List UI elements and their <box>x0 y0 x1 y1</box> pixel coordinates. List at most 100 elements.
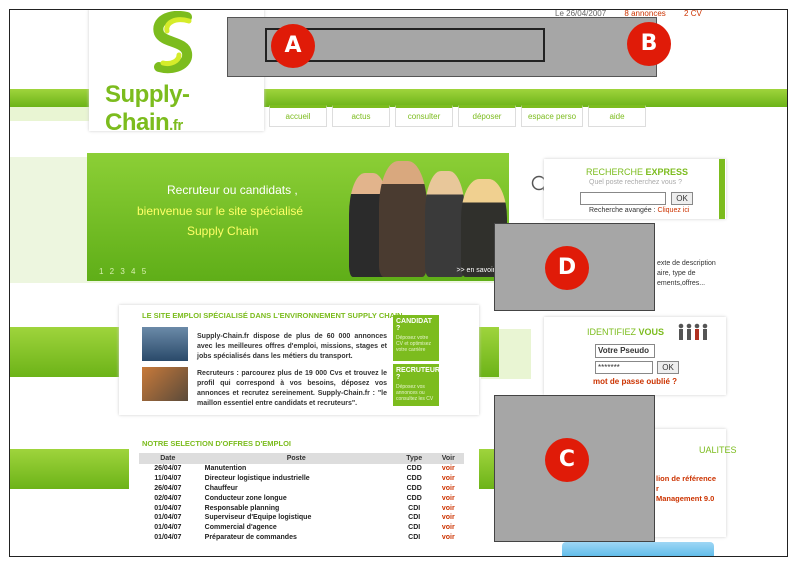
nav-accueil[interactable]: accueil <box>269 105 327 127</box>
offer-poste: Responsable planning <box>204 504 280 512</box>
left-green-band <box>9 327 119 377</box>
recherche-ok-button[interactable]: OK <box>671 192 693 205</box>
offer-type: CDD <box>406 475 422 483</box>
password-input[interactable]: ******* <box>595 361 653 374</box>
badge-a: A <box>271 24 315 68</box>
hero-line-2: bienvenue sur le site spécialisé <box>137 204 304 218</box>
table-row[interactable]: 01/04/07 Superviseur d'Equipe logistique C… <box>139 513 464 523</box>
actualites-list: lion de référence r Management 9.0 <box>656 474 716 504</box>
nav-actus[interactable]: actus <box>332 105 390 127</box>
hero-line-1: Recruteur ou candidats , <box>167 183 298 197</box>
offer-voir-link[interactable]: voir <box>433 484 464 494</box>
offer-poste: Manutention <box>204 465 247 473</box>
logo-text: Supply-Chain.fr <box>105 81 190 136</box>
forgot-password-link[interactable]: mot de passe oublié ? <box>593 377 677 386</box>
offer-type: CDD <box>406 465 422 473</box>
site-emploi-title: LE SITE EMPLOI SPÉCIALISÉ DANS L'ENVIRON… <box>142 311 403 320</box>
offer-poste: Conducteur zone longue <box>204 494 287 502</box>
offer-voir-link[interactable]: voir <box>433 513 464 523</box>
recruteur-button[interactable]: RECRUTEUR ? Déposez vos annonces ou cons… <box>393 364 440 406</box>
pseudo-input[interactable]: Votre Pseudo <box>595 344 655 358</box>
offer-poste: Commercial d'agence <box>204 524 277 532</box>
offers-table: Date Poste Type Voir 26/04/07 Manutention… <box>139 453 464 542</box>
offer-date: 02/04/07 <box>154 494 182 502</box>
hero-pagination[interactable]: 1 2 3 4 5 <box>99 267 146 276</box>
recherche-subtitle: Quel poste recherchez vous ? <box>589 179 682 186</box>
offers-left-band <box>9 449 129 489</box>
warehouse-photo <box>142 367 188 401</box>
offer-poste: Directeur logistique industrielle <box>204 475 310 483</box>
badge-d: D <box>545 246 589 290</box>
table-row[interactable]: 02/04/07 Conducteur zone longue CDD voir <box>139 493 464 503</box>
hero-line-3: Supply Chain <box>187 224 259 238</box>
col-date: Date <box>139 453 197 464</box>
col-type: Type <box>395 453 433 464</box>
candidat-button[interactable]: CANDIDAT ? Déposez votre CV et optimisez… <box>393 315 439 361</box>
person-image <box>425 171 465 277</box>
offer-type: CDI <box>408 524 421 532</box>
offer-date: 01/04/07 <box>154 514 182 522</box>
worker-photo <box>142 327 188 361</box>
offer-voir-link[interactable]: voir <box>433 533 464 543</box>
table-row[interactable]: 01/04/07 Préparateur de commandes CDI voir <box>139 533 464 543</box>
offer-voir-link[interactable]: voir <box>433 464 464 474</box>
recherche-title: RECHERCHE EXPRESS <box>586 167 689 177</box>
actualites-title: UALITES <box>699 445 737 455</box>
login-ok-button[interactable]: OK <box>657 361 679 374</box>
person-image <box>379 161 427 277</box>
col-voir: Voir <box>432 453 464 464</box>
actualite-item[interactable]: r <box>656 484 716 494</box>
page: Le 26/04/2007 8 annonces 2 CV Supply-Cha… <box>9 9 788 557</box>
offer-poste: Superviseur d'Equipe logistique <box>204 514 312 522</box>
nav-espace-perso[interactable]: espace perso <box>521 105 583 127</box>
logo-s-icon <box>153 11 193 74</box>
nav-aide[interactable]: aide <box>588 105 646 127</box>
offer-date: 26/04/07 <box>154 484 182 492</box>
badge-c: C <box>545 438 589 482</box>
blue-banner[interactable] <box>562 542 714 557</box>
main-nav: accueil actus consulter déposer espace p… <box>269 105 651 131</box>
offer-date: 01/04/07 <box>154 504 182 512</box>
header-band-shadow <box>9 107 89 121</box>
hero-banner[interactable]: Recruteur ou candidats , bienvenue sur l… <box>87 153 509 281</box>
offer-voir-link[interactable]: voir <box>433 493 464 503</box>
offer-type: CDI <box>408 533 421 541</box>
offer-type: CDI <box>408 514 421 522</box>
description-text: exte de description aire, type de ements… <box>657 260 716 287</box>
badge-b: B <box>627 22 671 66</box>
recherche-input[interactable] <box>580 192 666 205</box>
actualite-item[interactable]: lion de référence <box>656 474 716 484</box>
offer-voir-link[interactable]: voir <box>433 523 464 533</box>
nav-consulter[interactable]: consulter <box>395 105 453 127</box>
cv-link[interactable]: 2 CV <box>684 9 702 18</box>
recherche-avancee: Recherche avangée : Cliquez ici <box>589 207 690 214</box>
offer-type: CDI <box>408 504 421 512</box>
table-row[interactable]: 11/04/07 Directeur logistique industriell… <box>139 474 464 484</box>
recherche-green-edge <box>719 159 725 219</box>
offer-type: CDD <box>406 494 422 502</box>
offer-date: 01/04/07 <box>154 524 182 532</box>
offer-poste: Chauffeur <box>204 484 238 492</box>
recherche-avancee-link[interactable]: Cliquez ici <box>658 207 690 214</box>
table-row[interactable]: 01/04/07 Responsable planning CDI voir <box>139 503 464 513</box>
users-icon <box>678 323 708 340</box>
table-row[interactable]: 01/04/07 Commercial d'agence CDI voir <box>139 523 464 533</box>
table-row[interactable]: 26/04/07 Manutention CDD voir <box>139 464 464 474</box>
offers-title: NOTRE SELECTION D'OFFRES D'EMPLOI <box>142 439 291 448</box>
site-emploi-paragraph-2: Recruteurs : parcourez plus de 19 000 Cv… <box>197 370 387 407</box>
offer-poste: Préparateur de commandes <box>204 533 297 541</box>
offer-voir-link[interactable]: voir <box>433 503 464 513</box>
identification-title: IDENTIFIEZ VOUS <box>587 327 665 337</box>
site-emploi-paragraph-1: Supply-Chain.fr dispose de plus de 60 00… <box>197 333 387 360</box>
col-poste: Poste <box>196 453 396 464</box>
offers-header-row: Date Poste Type Voir <box>139 453 464 464</box>
offer-date: 26/04/07 <box>154 465 182 473</box>
table-row[interactable]: 26/04/07 Chauffeur CDD voir <box>139 484 464 494</box>
right-green-band <box>479 327 499 377</box>
nav-deposer[interactable]: déposer <box>458 105 516 127</box>
offer-date: 01/04/07 <box>154 533 182 541</box>
offer-voir-link[interactable]: voir <box>433 474 464 484</box>
offer-date: 11/04/07 <box>154 475 182 483</box>
actualite-item[interactable]: Management 9.0 <box>656 494 716 504</box>
offer-type: CDD <box>406 484 422 492</box>
